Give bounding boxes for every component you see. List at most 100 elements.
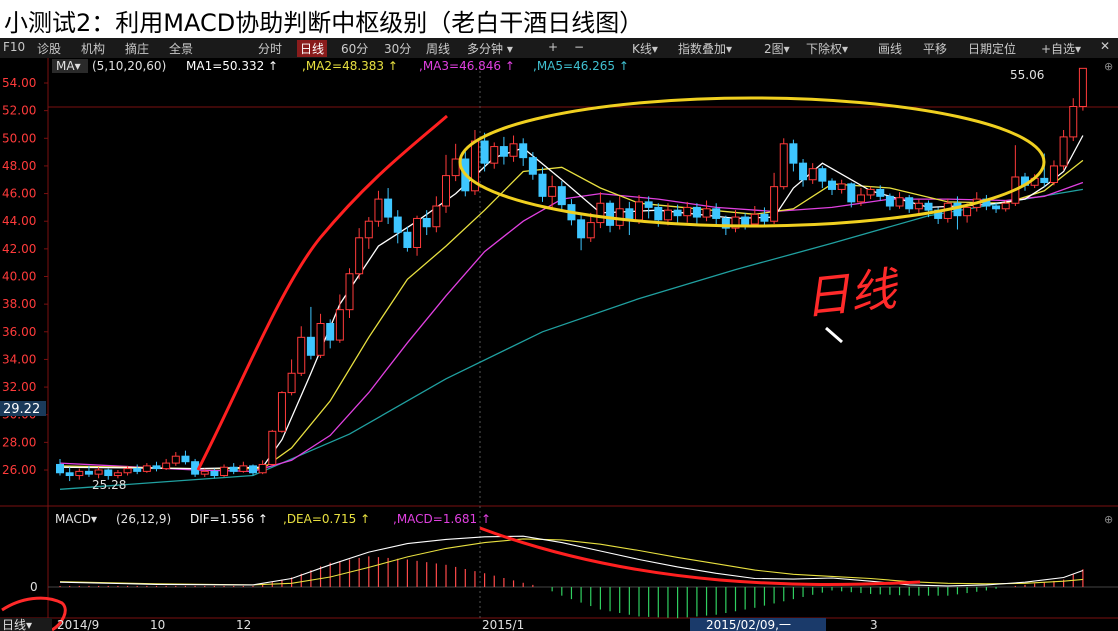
tb-draw[interactable]: 画线	[878, 40, 902, 57]
zoom-in-button[interactable]: +	[548, 40, 558, 54]
period-multi-minute[interactable]: 多分钟 ▾	[467, 40, 513, 57]
current-price-label: 29.22	[3, 402, 40, 417]
date-label-mar: 3	[870, 618, 878, 631]
tb-zhuang[interactable]: 摘庄	[125, 40, 149, 57]
candle-down	[557, 186, 566, 206]
candle-down	[422, 217, 431, 228]
tb-index-overlay[interactable]: 指数叠加▾	[678, 40, 732, 57]
candle-up	[162, 462, 171, 470]
candle-up	[374, 198, 383, 222]
cursor-date: 2015/02/09,一	[706, 618, 791, 631]
candle-down	[654, 206, 663, 221]
candle-down	[741, 216, 750, 225]
price-tick-label: 40.00	[2, 270, 36, 284]
period-minute[interactable]: 分时	[258, 40, 282, 57]
candle-up	[268, 430, 277, 465]
candle-down	[384, 198, 393, 218]
price-tick-label: 28.00	[2, 435, 36, 449]
candle-down	[712, 208, 721, 219]
candle-down	[789, 143, 798, 164]
candle-down	[644, 201, 653, 208]
period-60min[interactable]: 60分	[341, 40, 368, 57]
ma-params: (5,10,20,60)	[92, 59, 166, 73]
candle-down	[326, 322, 335, 341]
candle-down	[799, 162, 808, 181]
candle-down	[528, 157, 537, 175]
tb-date-locate[interactable]: 日期定位	[968, 40, 1016, 57]
chart-area[interactable]: 26.0028.0030.0032.0034.0036.0038.0040.00…	[0, 58, 1118, 631]
candle-up	[586, 222, 595, 239]
candle-up	[914, 202, 923, 210]
candle-down	[1040, 177, 1049, 184]
chart-background	[0, 58, 1118, 631]
low-price-label: 25.28	[92, 478, 126, 492]
candle-down	[828, 180, 836, 190]
high-price-label: 55.06	[1010, 68, 1044, 82]
candle-up	[345, 273, 354, 311]
dea-value: ,DEA=0.715 ↑	[283, 512, 370, 526]
candle-down	[152, 465, 161, 470]
price-tick-label: 26.00	[2, 463, 36, 477]
period-button[interactable]: 日线▾	[2, 618, 32, 631]
candle-up	[123, 468, 132, 474]
candle-up	[94, 469, 103, 475]
candle-up	[866, 188, 875, 196]
macd-zero-label: 0	[30, 580, 38, 594]
candle-up	[432, 205, 441, 228]
candle-down	[306, 336, 315, 356]
candle-up	[895, 197, 904, 207]
candle-down	[393, 216, 402, 233]
candle-up	[1069, 105, 1078, 138]
tb-overview[interactable]: 全景	[169, 40, 193, 57]
tb-pan[interactable]: 平移	[923, 40, 947, 57]
candle-up	[683, 206, 692, 217]
candle-up	[451, 158, 460, 177]
close-icon[interactable]: ✕	[1100, 39, 1110, 53]
candle-down	[577, 219, 586, 239]
tb-f10[interactable]: F10	[3, 40, 25, 54]
candle-down	[905, 197, 914, 210]
candle-down	[519, 143, 528, 159]
candle-up	[113, 472, 122, 477]
price-tick-label: 42.00	[2, 242, 36, 256]
tb-institution[interactable]: 机构	[81, 40, 105, 57]
candle-up	[779, 143, 788, 188]
candle-up	[1001, 202, 1010, 210]
candle-down	[692, 206, 701, 218]
candle-up	[1078, 67, 1087, 107]
price-tick-label: 34.00	[2, 352, 36, 366]
tb-two-charts[interactable]: 2图▾	[764, 40, 790, 57]
candle-up	[442, 175, 450, 207]
candle-up	[239, 465, 248, 472]
toolbar: F10 诊股 机构 摘庄 全景 分时 日线 60分 30分 周线 多分钟 ▾ +…	[0, 38, 1118, 59]
candle-down	[606, 202, 615, 226]
macd-params: (26,12,9)	[116, 512, 171, 526]
candle-up	[808, 168, 817, 181]
dif-value: DIF=1.556 ↑	[190, 512, 268, 526]
period-30min[interactable]: 30分	[384, 40, 411, 57]
candle-down	[480, 140, 489, 164]
tb-diagnose[interactable]: 诊股	[37, 40, 61, 57]
candle-down	[924, 202, 933, 211]
zoom-out-button[interactable]: −	[574, 40, 584, 54]
date-label-oct: 10	[150, 618, 165, 631]
price-tick-label: 44.00	[2, 214, 36, 228]
tb-kline[interactable]: K线▾	[632, 40, 658, 57]
tb-ex-rights[interactable]: 下除权▾	[806, 40, 848, 57]
ma1-value: MA1=50.332 ↑	[186, 59, 278, 73]
tb-watchlist[interactable]: +自选▾	[1041, 40, 1081, 57]
candle-up	[142, 465, 151, 472]
candle-down	[210, 470, 219, 477]
candle-down	[403, 231, 412, 248]
candle-up	[837, 183, 846, 190]
macd-expand-icon[interactable]: ⊕	[1104, 513, 1113, 526]
ma2-value: ,MA2=48.383 ↑	[302, 59, 398, 73]
candle-up	[75, 470, 84, 477]
period-weekly[interactable]: 周线	[426, 40, 450, 57]
expand-icon[interactable]: ⊕	[1104, 60, 1113, 73]
macd-label[interactable]: MACD▾	[55, 512, 97, 526]
candle-down	[876, 188, 885, 197]
period-daily[interactable]: 日线	[297, 40, 328, 57]
price-tick-label: 38.00	[2, 297, 36, 311]
candle-up	[258, 463, 267, 474]
